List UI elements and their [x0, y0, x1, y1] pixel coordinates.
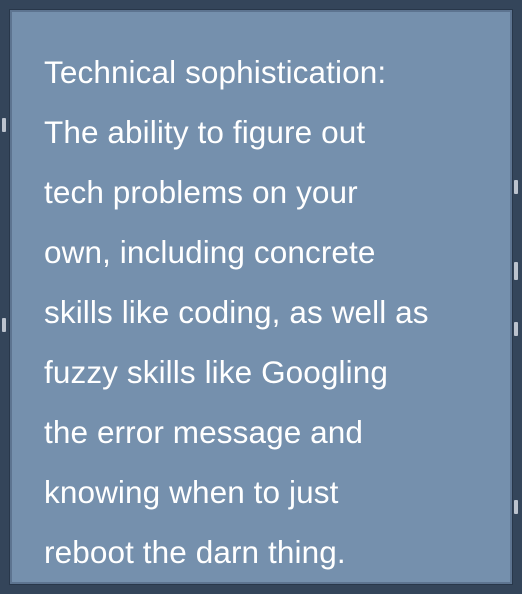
background-edge-mark: [2, 318, 6, 332]
background-edge-mark: [514, 322, 518, 336]
background-edge-mark: [514, 500, 518, 514]
background-edge-mark: [2, 118, 6, 132]
definition-line: own, including concrete: [44, 234, 376, 270]
definition-line: The ability to figure out: [44, 114, 366, 150]
background-edge-mark: [514, 262, 518, 280]
viewport: ▔▔▔▔▔▔▔▔▔▔▔▔▔▔▔▔▔▔▔▔▔▔▔ ▁▁▁▁▁▁▁▁ Technic…: [0, 0, 522, 594]
definition-text: Technical sophistication: The ability to…: [44, 42, 492, 582]
definition-line: Technical sophistication:: [44, 54, 387, 90]
background-edge-mark: [514, 180, 518, 194]
definition-line: the error message and: [44, 414, 364, 450]
definition-line: fuzzy skills like Googling: [44, 354, 388, 390]
definition-line: skills like coding, as well as: [44, 294, 429, 330]
definition-line: knowing when to just: [44, 474, 339, 510]
definition-tooltip-card: Technical sophistication: The ability to…: [10, 10, 512, 584]
definition-line: reboot the darn thing.: [44, 534, 346, 570]
definition-line: tech problems on your: [44, 174, 358, 210]
